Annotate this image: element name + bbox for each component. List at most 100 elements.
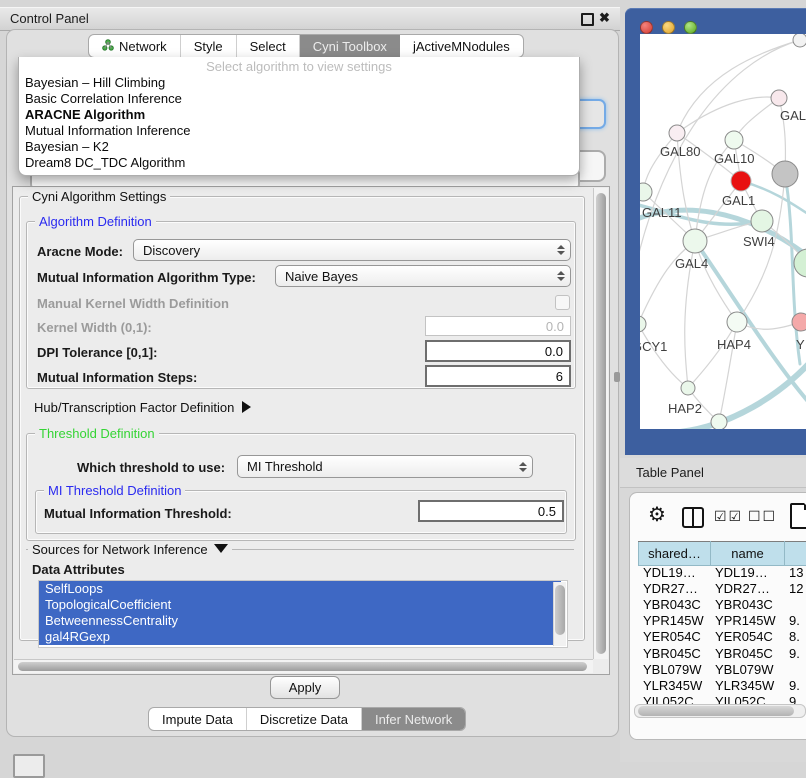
table-row[interactable]: YDL19…YDL19…13 <box>638 564 806 580</box>
aracne-mode-combo[interactable]: Discovery <box>133 239 571 261</box>
hub-tf-definition-toggle[interactable]: Hub/Transcription Factor Definition <box>34 400 251 415</box>
node-swi4[interactable] <box>751 210 773 232</box>
cell[interactable]: YBR043C <box>638 596 710 612</box>
dropdown-item-aracne[interactable]: ARACNE Algorithm <box>19 107 579 123</box>
table-row[interactable]: YBR043CYBR043C <box>638 596 806 612</box>
column-header-cutoff[interactable]: A <box>785 542 806 566</box>
node-cutoff-bottom[interactable] <box>711 414 727 429</box>
settings-horizontal-scrollbar[interactable] <box>14 659 593 673</box>
dropdown-item-dream8[interactable]: Dream8 DC_TDC Algorithm <box>19 155 579 171</box>
node-pink-right[interactable] <box>792 313 806 331</box>
cell[interactable]: YBR045C <box>710 645 784 661</box>
list-item-gal4rgexp[interactable]: gal4RGexp <box>39 629 561 645</box>
float-window-icon[interactable] <box>581 13 594 26</box>
node-gal1-selected[interactable] <box>731 171 751 191</box>
cell[interactable]: YDR27… <box>638 580 710 596</box>
cell[interactable]: YLR345W <box>638 677 710 693</box>
cell[interactable]: YLR345W <box>710 677 784 693</box>
table-horizontal-scrollbar[interactable] <box>634 704 806 718</box>
select-all-icon[interactable]: ☑☑ <box>714 508 743 525</box>
cell[interactable]: 9. <box>784 677 806 693</box>
node-cutoff-right[interactable] <box>794 249 806 277</box>
panel-splitter-handle[interactable] <box>614 372 620 382</box>
close-icon[interactable]: ✖ <box>599 10 610 26</box>
node-gal2[interactable] <box>771 90 787 106</box>
cell[interactable]: YBL079W <box>638 661 710 677</box>
tab-cyni-toolbox[interactable]: Cyni Toolbox <box>300 35 400 57</box>
node-gal4[interactable] <box>683 229 707 253</box>
table-row[interactable]: YDR27…YDR27…12 <box>638 580 806 596</box>
cell[interactable]: 9. <box>784 613 806 629</box>
table-row[interactable]: YLR345WYLR345W9. <box>638 677 806 693</box>
cell[interactable] <box>784 596 806 612</box>
network-view-window[interactable]: GAL GAL80 GAL10 GAL1 GAL11 SWI4 GAL4 GCY… <box>625 8 806 455</box>
cell[interactable]: YBR045C <box>638 645 710 661</box>
list-item-topologicalcoefficient[interactable]: TopologicalCoefficient <box>39 597 561 613</box>
export-table-icon[interactable] <box>790 503 806 529</box>
cell[interactable]: YPR145W <box>638 613 710 629</box>
settings-vertical-scrollbar[interactable] <box>593 188 608 659</box>
cell[interactable]: YIL052C <box>710 694 784 705</box>
attributes-list-scrollbar[interactable] <box>553 582 566 646</box>
close-traffic-light-icon[interactable] <box>640 21 653 34</box>
mi-threshold-field[interactable]: 0.5 <box>418 500 564 522</box>
cell[interactable]: YDR27… <box>710 580 784 596</box>
node-gal80[interactable] <box>669 125 685 141</box>
tab-infer-network[interactable]: Infer Network <box>362 708 465 730</box>
cell[interactable]: 9. <box>784 645 806 661</box>
tab-discretize-data[interactable]: Discretize Data <box>247 708 362 730</box>
kernel-width-field[interactable]: 0.0 <box>425 316 571 336</box>
cell[interactable]: YBL079W <box>710 661 784 677</box>
tab-network[interactable]: Network <box>89 35 181 57</box>
tab-impute-data[interactable]: Impute Data <box>149 708 247 730</box>
list-item-betweennesscentrality[interactable]: BetweennessCentrality <box>39 613 561 629</box>
tab-jactivemnodules[interactable]: jActiveMNodules <box>400 35 523 57</box>
cell[interactable] <box>784 661 806 677</box>
table-row[interactable]: YER054CYER054C8. <box>638 629 806 645</box>
cell[interactable]: 12 <box>784 580 806 596</box>
dropdown-item-basic-correlation[interactable]: Basic Correlation Inference <box>19 91 579 107</box>
table-row[interactable]: YIL052CYIL052C9. <box>638 694 806 705</box>
collapsed-panel-icon[interactable] <box>13 754 45 778</box>
zoom-traffic-light-icon[interactable] <box>684 21 697 34</box>
dropdown-item-bayesian-k2[interactable]: Bayesian – K2 <box>19 139 579 155</box>
deselect-all-icon[interactable]: ☐☐ <box>748 508 777 525</box>
network-canvas[interactable]: GAL GAL80 GAL10 GAL1 GAL11 SWI4 GAL4 GCY… <box>640 34 806 429</box>
column-header-shared-name[interactable]: shared… <box>639 542 711 566</box>
table-row[interactable]: YPR145WYPR145W9. <box>638 613 806 629</box>
tab-style[interactable]: Style <box>181 35 237 57</box>
table-row[interactable]: YBR045CYBR045C9. <box>638 645 806 661</box>
columns-icon[interactable] <box>682 507 704 528</box>
dropdown-item-bayesian-hill-climbing[interactable]: Bayesian – Hill Climbing <box>19 75 579 91</box>
node-cutoff-top[interactable] <box>793 34 806 47</box>
which-threshold-combo[interactable]: MI Threshold <box>237 455 533 478</box>
cell[interactable]: 8. <box>784 629 806 645</box>
cell[interactable]: YDL19… <box>710 564 784 580</box>
apply-button[interactable]: Apply <box>270 676 340 699</box>
list-item-selfloops[interactable]: SelfLoops <box>39 581 561 597</box>
dropdown-item-mutual-information[interactable]: Mutual Information Inference <box>19 123 579 139</box>
sources-toggle[interactable]: Sources for Network Inference <box>28 542 232 557</box>
cell[interactable]: YIL052C <box>638 694 710 705</box>
cell[interactable]: YER054C <box>638 629 710 645</box>
node-gal10[interactable] <box>725 131 743 149</box>
cell[interactable]: YER054C <box>710 629 784 645</box>
mi-steps-field[interactable]: 6 <box>425 365 571 387</box>
node-gcy1[interactable] <box>640 316 646 332</box>
manual-kernel-checkbox[interactable] <box>555 295 570 310</box>
cell[interactable]: 13 <box>784 564 806 580</box>
column-header-name[interactable]: name <box>711 542 785 566</box>
minimize-traffic-light-icon[interactable] <box>662 21 675 34</box>
cell[interactable]: YDL19… <box>638 564 710 580</box>
node-hap4[interactable] <box>727 312 747 332</box>
cell[interactable]: YPR145W <box>710 613 784 629</box>
tab-select[interactable]: Select <box>237 35 300 57</box>
dpi-tolerance-field[interactable]: 0.0 <box>425 340 571 362</box>
cell[interactable]: 9. <box>784 694 806 705</box>
table-row[interactable]: YBL079WYBL079W <box>638 661 806 677</box>
gear-icon[interactable]: ⚙ <box>648 505 666 525</box>
cell[interactable]: YBR043C <box>710 596 784 612</box>
node-hap2[interactable] <box>681 381 695 395</box>
mi-type-combo[interactable]: Naive Bayes <box>275 265 571 287</box>
node-neutral-gray[interactable] <box>772 161 798 187</box>
